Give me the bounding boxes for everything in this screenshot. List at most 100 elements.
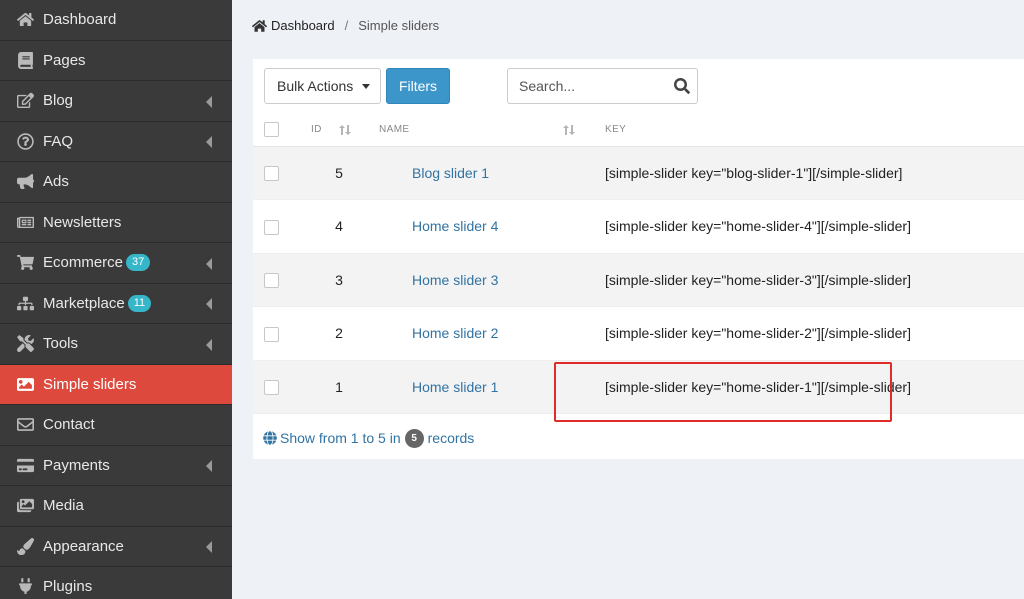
sidebar-item-appearance[interactable]: Appearance <box>0 527 232 567</box>
sidebar-item-dashboard[interactable]: Dashboard <box>0 0 232 41</box>
row-name-cell: Home slider 1 <box>379 360 585 414</box>
chevron-left-icon <box>204 459 214 473</box>
row-name-link[interactable]: Home slider 3 <box>412 272 498 288</box>
edit-icon <box>16 92 34 110</box>
sidebar-item-label: Pages <box>43 51 86 69</box>
column-header-id[interactable]: ID <box>299 114 379 147</box>
row-name-link[interactable]: Home slider 1 <box>412 379 498 395</box>
sidebar-item-label: Contact <box>43 416 95 434</box>
records-count-badge: 5 <box>404 428 424 448</box>
shopping-cart-icon <box>16 254 34 272</box>
table-toolbar: Bulk Actions Filters <box>253 59 1024 114</box>
sidebar-item-label: Ads <box>43 173 69 191</box>
credit-card-icon <box>16 456 34 474</box>
sidebar-item-ecommerce[interactable]: Ecommerce 37 <box>0 243 232 284</box>
row-checkbox-cell <box>253 253 299 307</box>
sidebar-item-label: Ecommerce <box>43 254 124 272</box>
row-name-link[interactable]: Home slider 2 <box>412 325 498 341</box>
table-row: 5 Blog slider 1 [simple-slider key="blog… <box>253 146 1024 200</box>
sidebar-item-label: Newsletters <box>43 213 122 231</box>
filters-button[interactable]: Filters <box>386 68 450 104</box>
breadcrumb-separator: / <box>344 18 349 33</box>
search-box <box>507 68 698 104</box>
sidebar-item-label: Simple sliders <box>43 375 137 393</box>
table-row: 3 Home slider 3 [simple-slider key="home… <box>253 253 1024 307</box>
sidebar: Dashboard Pages Blog FAQ Ads Newsletters… <box>0 0 232 599</box>
row-key: [simple-slider key="blog-slider-1"][/sim… <box>585 146 1024 200</box>
row-id: 1 <box>299 360 379 414</box>
sliders-table-panel: Bulk Actions Filters ID NAME <box>253 59 1024 459</box>
newspaper-icon <box>16 213 34 231</box>
sidebar-item-tools[interactable]: Tools <box>0 324 232 365</box>
column-header-name[interactable]: NAME <box>379 114 585 147</box>
row-name-cell: Home slider 2 <box>379 306 585 361</box>
breadcrumb-current: Simple sliders <box>358 18 440 33</box>
row-key: [simple-slider key="home-slider-1"][/sim… <box>585 360 1024 414</box>
sidebar-item-pages[interactable]: Pages <box>0 41 232 81</box>
chevron-left-icon <box>204 257 214 270</box>
row-checkbox-cell <box>253 146 299 200</box>
filters-label: Filters <box>398 78 438 94</box>
table-row: 1 Home slider 1 [simple-slider key="home… <box>253 360 1024 414</box>
row-name-link[interactable]: Home slider 4 <box>412 218 498 234</box>
sidebar-item-label: FAQ <box>43 132 74 150</box>
row-id: 4 <box>299 199 379 254</box>
sidebar-item-label: Marketplace <box>43 294 125 312</box>
images-icon <box>16 497 34 515</box>
sidebar-item-plugins[interactable]: Plugins <box>0 567 232 599</box>
row-name-cell: Home slider 4 <box>379 199 585 254</box>
tools-icon <box>16 335 34 353</box>
row-checkbox[interactable] <box>264 380 279 396</box>
sidebar-item-label: Payments <box>43 456 110 474</box>
sidebar-item-faq[interactable]: FAQ <box>0 122 232 162</box>
bulk-actions-button[interactable]: Bulk Actions <box>264 68 381 104</box>
envelope-icon <box>16 416 34 434</box>
sidebar-item-blog[interactable]: Blog <box>0 81 232 122</box>
sidebar-item-simple-sliders[interactable]: Simple sliders <box>0 364 232 405</box>
sidebar-item-label: Tools <box>43 335 79 353</box>
row-name-cell: Blog slider 1 <box>379 146 585 200</box>
marketplace-count-badge: 11 <box>127 294 152 312</box>
sort-icon[interactable] <box>562 124 575 135</box>
row-checkbox[interactable] <box>264 166 279 182</box>
search-icon[interactable] <box>674 78 690 94</box>
row-key: [simple-slider key="home-slider-2"][/sim… <box>585 306 1024 361</box>
search-input[interactable] <box>519 70 669 102</box>
sidebar-item-payments[interactable]: Payments <box>0 446 232 486</box>
row-id: 2 <box>299 306 379 361</box>
row-checkbox[interactable] <box>264 326 279 342</box>
select-all-cell <box>253 114 299 147</box>
row-checkbox[interactable] <box>264 219 279 235</box>
home-icon <box>16 11 34 29</box>
table-row: 4 Home slider 4 [simple-slider key="home… <box>253 199 1024 254</box>
sitemap-icon <box>16 294 34 312</box>
sidebar-item-contact[interactable]: Contact <box>0 405 232 446</box>
sidebar-item-label: Appearance <box>43 537 124 555</box>
sidebar-item-ads[interactable]: Ads <box>0 162 232 203</box>
row-checkbox-cell <box>253 199 299 254</box>
records-label: records <box>427 430 475 446</box>
row-key: [simple-slider key="home-slider-3"][/sim… <box>585 253 1024 307</box>
chevron-left-icon <box>204 297 214 311</box>
plug-icon <box>16 578 34 596</box>
row-name-link[interactable]: Blog slider 1 <box>412 165 489 181</box>
sidebar-item-marketplace[interactable]: Marketplace 11 <box>0 284 232 324</box>
caret-down-icon <box>362 83 371 89</box>
column-header-key[interactable]: KEY <box>585 114 1024 147</box>
globe-icon <box>263 431 277 445</box>
column-header-key-label: KEY <box>605 124 627 136</box>
sidebar-item-media[interactable]: Media <box>0 486 232 527</box>
sort-icon[interactable] <box>339 124 351 135</box>
row-id: 3 <box>299 253 379 307</box>
sidebar-item-newsletters[interactable]: Newsletters <box>0 203 232 243</box>
question-circle-icon <box>16 132 34 150</box>
sliders-table: ID NAME KEY 5 Blog slider 1 [simple-slid… <box>253 114 1024 414</box>
ecommerce-count-badge: 37 <box>126 254 151 272</box>
sidebar-item-label: Dashboard <box>43 11 117 29</box>
sidebar-item-label: Plugins <box>43 578 93 596</box>
chevron-left-icon <box>204 135 214 149</box>
breadcrumb-home-link[interactable]: Dashboard <box>252 18 335 33</box>
select-all-checkbox[interactable] <box>264 122 279 138</box>
row-checkbox[interactable] <box>264 273 279 289</box>
breadcrumb: Dashboard / Simple sliders <box>252 18 439 33</box>
